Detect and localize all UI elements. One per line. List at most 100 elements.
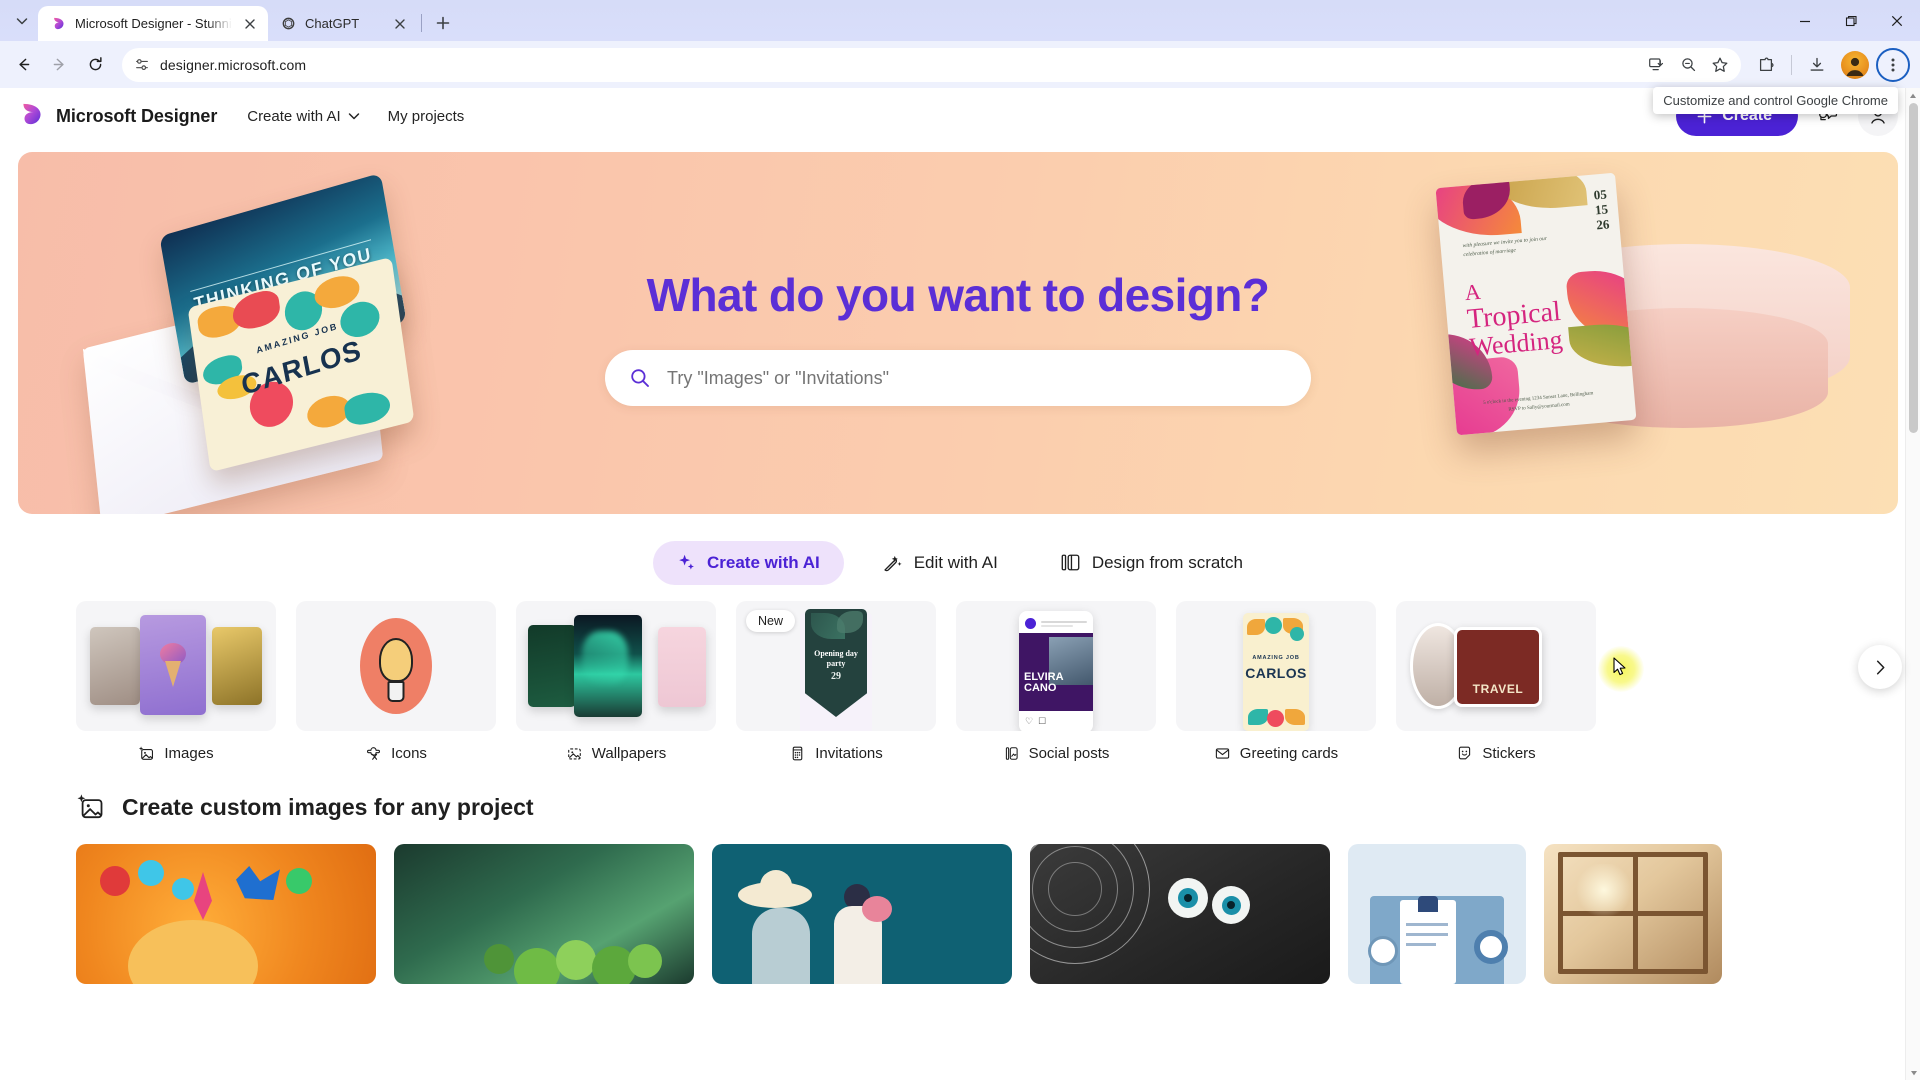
- forward-arrow-icon: [53, 58, 64, 71]
- category-thumbnail: ELVIRA CANO ♡ ☐: [956, 601, 1156, 731]
- browser-tab-chatgpt[interactable]: ChatGPT: [268, 6, 418, 41]
- invitation-day: 29: [831, 671, 841, 682]
- decor-blob: [230, 287, 282, 333]
- downloads-icon: [1810, 57, 1824, 71]
- maximize-icon: [1845, 15, 1857, 26]
- search-input[interactable]: Try "Images" or "Invitations": [605, 350, 1311, 406]
- section-title: Create custom images for any project: [122, 793, 534, 820]
- window-minimize-button[interactable]: [1782, 0, 1828, 41]
- gallery-item-clipboard-illustration[interactable]: [1348, 844, 1526, 984]
- sticker-label: TRAVEL: [1472, 682, 1524, 696]
- tab-create-with-ai-label: Create with AI: [706, 552, 820, 572]
- tab-edit-with-ai[interactable]: Edit with AI: [858, 540, 1022, 585]
- zoom-icon[interactable]: [1673, 50, 1703, 80]
- tab-title: ChatGPT: [305, 15, 360, 31]
- tab-close-button[interactable]: [390, 14, 410, 34]
- page-content: Microsoft Designer Create with AI My pro…: [0, 88, 1920, 1080]
- new-tab-button[interactable]: [429, 9, 457, 37]
- designer-logo-icon: [18, 101, 44, 132]
- thumb-card: [574, 615, 642, 717]
- profile-avatar[interactable]: [1841, 50, 1869, 79]
- thumb-card: [90, 627, 140, 705]
- category-thumbnail: TRAVEL: [1396, 601, 1596, 731]
- window-maximize-button[interactable]: [1828, 0, 1874, 41]
- tab-list: Microsoft Designer - Stunning d ChatGPT: [0, 0, 457, 41]
- status-badge: New: [746, 610, 796, 632]
- envelope-icon: [1215, 748, 1229, 759]
- brand-home-link[interactable]: Microsoft Designer: [18, 101, 217, 132]
- category-thumbnail: [516, 601, 716, 731]
- brand-name: Microsoft Designer: [56, 105, 218, 126]
- gallery-item-sombrero-couple[interactable]: [712, 844, 1012, 984]
- category-label: Images: [164, 745, 214, 762]
- wedding-title-a: A: [1463, 278, 1482, 306]
- palm-leaf: [837, 611, 863, 633]
- gallery-item-neon-halloween[interactable]: [76, 844, 376, 984]
- window-close-button[interactable]: [1874, 0, 1920, 41]
- chrome-menu-button[interactable]: [1876, 47, 1910, 82]
- tab-design-from-scratch[interactable]: Design from scratch: [1036, 540, 1267, 585]
- category-card-images[interactable]: Images: [76, 601, 276, 762]
- triangle-up-icon: [1910, 93, 1916, 98]
- category-label: Stickers: [1482, 745, 1536, 762]
- greeting-card: AMAZING JOB CARLOS: [1243, 613, 1309, 731]
- category-card-stickers[interactable]: TRAVEL Stickers: [1396, 601, 1596, 762]
- extensions-button[interactable]: [1749, 48, 1783, 82]
- comment-icon: ☐: [1038, 716, 1047, 726]
- mode-tabs: Create with AI Edit with AI Design from …: [0, 540, 1920, 585]
- thumb-card: [528, 625, 576, 707]
- category-card-icons[interactable]: Icons: [296, 601, 496, 762]
- chrome-menu-tooltip: Customize and control Google Chrome: [1653, 87, 1898, 114]
- tab-close-button[interactable]: [240, 14, 260, 34]
- gallery-item-green-olives[interactable]: [394, 844, 694, 984]
- scrollbar-up-button[interactable]: [1906, 88, 1920, 103]
- omnibox-actions: [1641, 50, 1735, 80]
- close-icon: [395, 18, 405, 29]
- wedding-date-year: 26: [1595, 216, 1610, 233]
- tropical-leaf: [1568, 319, 1637, 372]
- category-thumbnail: [296, 601, 496, 731]
- gallery-item-spiderweb-eyes[interactable]: [1030, 844, 1330, 984]
- social-name-line2: CANO: [1024, 681, 1057, 694]
- category-card-greeting-cards[interactable]: AMAZING JOB CARLOS Greeting cards: [1176, 601, 1376, 762]
- nav-create-with-ai[interactable]: Create with AI: [235, 100, 371, 133]
- invitation-title-line2: party: [826, 659, 846, 668]
- category-label: Greeting cards: [1239, 745, 1339, 762]
- category-label-row: Images: [76, 745, 276, 762]
- gallery-item-sunlit-window[interactable]: [1544, 844, 1722, 984]
- reload-button[interactable]: [78, 48, 112, 82]
- category-card-social-posts[interactable]: ELVIRA CANO ♡ ☐ Social posts: [956, 601, 1156, 762]
- greeting-name: CARLOS: [1245, 665, 1307, 681]
- travel-sticker: TRAVEL: [1454, 627, 1542, 707]
- image-gallery: [76, 844, 1920, 984]
- tab-search-button[interactable]: [8, 7, 36, 35]
- social-name-line1: ELVIRA: [1024, 671, 1064, 684]
- back-button[interactable]: [6, 48, 40, 82]
- tab-divider: [421, 14, 422, 32]
- app-header: Microsoft Designer Create with AI My pro…: [0, 88, 1920, 144]
- invitation-title: Opening day party: [805, 649, 867, 669]
- page-scrollbar[interactable]: [1905, 88, 1920, 1080]
- downloads-button[interactable]: [1800, 48, 1834, 82]
- forward-button[interactable]: [42, 48, 76, 82]
- nav-my-projects[interactable]: My projects: [376, 100, 477, 133]
- chevron-right-icon: [1876, 660, 1884, 674]
- app-nav: Create with AI My projects: [235, 100, 476, 133]
- address-bar-url: designer.microsoft.com: [160, 56, 307, 73]
- aurora-glow: [582, 631, 629, 686]
- install-app-icon[interactable]: [1641, 50, 1671, 80]
- address-bar[interactable]: designer.microsoft.com: [122, 47, 1741, 82]
- category-card-wallpapers[interactable]: Wallpapers: [516, 601, 716, 762]
- wedding-title: A Tropical Wedding: [1463, 274, 1564, 362]
- bookmark-star-icon[interactable]: [1705, 50, 1735, 80]
- scrollbar-thumb[interactable]: [1909, 103, 1918, 433]
- carousel-next-button[interactable]: [1858, 645, 1902, 689]
- tab-design-from-scratch-label: Design from scratch: [1091, 552, 1243, 572]
- category-card-invitations[interactable]: New Opening day party 29 Invitations: [736, 601, 936, 762]
- close-icon: [1891, 15, 1903, 26]
- thumb-card: [140, 615, 206, 715]
- browser-tab-designer[interactable]: Microsoft Designer - Stunning d: [38, 6, 268, 41]
- scrollbar-down-button[interactable]: [1906, 1065, 1920, 1080]
- tune-icon[interactable]: [134, 57, 150, 73]
- tab-create-with-ai[interactable]: Create with AI: [652, 540, 844, 585]
